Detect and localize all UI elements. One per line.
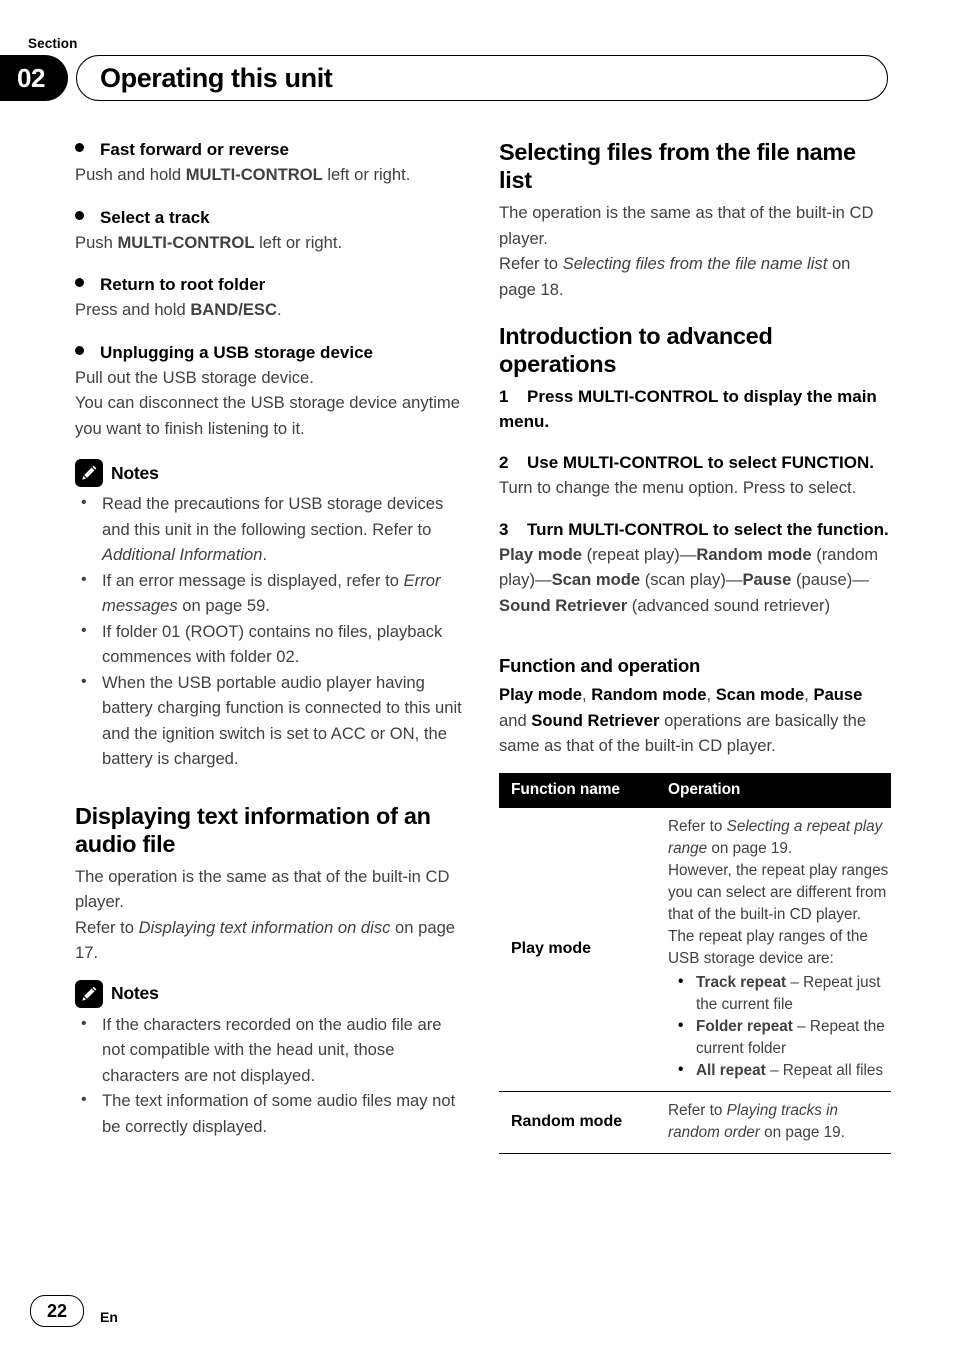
- operation-title-label: Fast forward or reverse: [100, 140, 289, 159]
- operation-title-label: Select a track: [100, 207, 210, 227]
- page-header: Section 02 Operating this unit: [0, 36, 954, 102]
- bullet-dot-icon: [75, 210, 84, 220]
- step-description: Play mode (repeat play)—Random mode (ran…: [499, 544, 879, 615]
- cell-operation-bullets: Track repeat – Repeat just the current f…: [668, 971, 891, 1082]
- page-footer: 22 En: [30, 1295, 118, 1327]
- section-displaying-text-information: Displaying text information of an audio …: [75, 802, 467, 966]
- step-label: Use MULTI-CONTROL to select FUNCTION.: [527, 453, 874, 472]
- notes-header: Notes: [75, 459, 467, 487]
- section-heading: Displaying text information of an audio …: [75, 802, 431, 857]
- subsection-heading: Function and operation: [499, 655, 701, 676]
- table-body: Play mode Refer to Selecting a repeat pl…: [499, 807, 891, 1154]
- step-heading: 1 Press MULTI-CONTROL to display the main…: [499, 384, 891, 434]
- section-function-and-operation: Function and operation Play mode, Random…: [499, 654, 891, 759]
- section-heading: Selecting files from the file name list: [499, 139, 856, 193]
- operation-title-label: Return to root folder: [100, 275, 266, 294]
- step-heading: 3 Turn MULTI-CONTROL to select the functi…: [499, 517, 891, 542]
- operation-description: Pull out the USB storage device. You can …: [75, 367, 460, 438]
- step-number: 1: [499, 387, 509, 406]
- notes-list: If the characters recorded on the audio …: [75, 1011, 467, 1140]
- notes-block-usb: Notes Read the precautions for USB stora…: [75, 459, 467, 772]
- operation-title: Fast forward or reverse: [75, 138, 467, 162]
- bullet-dot-icon: [75, 345, 84, 355]
- page-number: 22: [30, 1295, 84, 1327]
- column-header-function-name: Function name: [499, 772, 656, 808]
- bullet-item: Track repeat – Repeat just the current f…: [668, 971, 891, 1016]
- table-header: Function name Operation: [499, 772, 891, 808]
- operation-description: Press and hold BAND/ESC.: [75, 300, 282, 319]
- bullet-dot-icon: [75, 143, 84, 152]
- operation-title: Return to root folder: [75, 273, 467, 297]
- operation-title: Select a track: [75, 206, 467, 230]
- operation-title-label: Unplugging a USB storage device: [100, 342, 373, 362]
- pencil-note-icon: [75, 459, 103, 487]
- operation-item: Return to root folder Press and hold BAN…: [75, 273, 467, 323]
- step-item: 1 Press MULTI-CONTROL to display the main…: [499, 384, 891, 434]
- operation-item: Fast forward or reverse Push and hold MU…: [75, 138, 467, 188]
- left-column: Fast forward or reverse Push and hold MU…: [75, 138, 467, 1139]
- right-column: Selecting files from the file name list …: [499, 138, 891, 1154]
- section-body: The operation is the same as that of the…: [75, 866, 456, 963]
- step-description: Turn to change the menu option. Press to…: [499, 478, 857, 497]
- bullet-dot-icon: [75, 278, 84, 287]
- step-label: Press MULTI-CONTROL to display the main …: [499, 387, 877, 431]
- note-item: Read the precautions for USB storage dev…: [75, 490, 467, 568]
- function-operation-table: Function name Operation Play mode Refer …: [499, 772, 891, 1154]
- operation-description: Push and hold MULTI-CONTROL left or righ…: [75, 165, 411, 184]
- operation-description: Push MULTI-CONTROL left or right.: [75, 232, 343, 252]
- operation-item: Select a track Push MULTI-CONTROL left o…: [75, 206, 467, 256]
- cell-operation-text: Refer to Playing tracks in random order …: [668, 1101, 845, 1141]
- section-caption: Section: [28, 36, 78, 51]
- operation-title: Unplugging a USB storage device: [75, 341, 467, 365]
- page-title: Operating this unit: [100, 62, 333, 93]
- cell-operation: Refer to Playing tracks in random order …: [656, 1091, 891, 1154]
- operations-list: Fast forward or reverse Push and hold MU…: [75, 138, 467, 441]
- bullet-item: All repeat – Repeat all files: [668, 1059, 891, 1082]
- notes-header: Notes: [75, 979, 467, 1008]
- section-body: The operation is the same as that of the…: [499, 203, 874, 299]
- notes-label: Notes: [111, 983, 159, 1003]
- step-item: 3 Turn MULTI-CONTROL to select the functi…: [499, 517, 891, 619]
- section-selecting-files: Selecting files from the file name list …: [499, 138, 891, 302]
- cell-function-name: Play mode: [499, 807, 656, 1092]
- note-item: The text information of some audio files…: [75, 1087, 467, 1139]
- step-number: 2: [499, 453, 509, 472]
- language-code: En: [100, 1309, 118, 1325]
- note-item: When the USB portable audio player havin…: [75, 669, 467, 772]
- notes-label: Notes: [111, 462, 159, 483]
- notes-block-text-info: Notes If the characters recorded on the …: [75, 979, 467, 1140]
- table-row: Play mode Refer to Selecting a repeat pl…: [499, 807, 891, 1092]
- step-item: 2 Use MULTI-CONTROL to select FUNCTION. T…: [499, 450, 891, 501]
- step-number: 3: [499, 519, 509, 539]
- notes-list: Read the precautions for USB storage dev…: [75, 490, 467, 772]
- step-label: Turn MULTI-CONTROL to select the functio…: [527, 519, 889, 539]
- operation-item: Unplugging a USB storage device Pull out…: [75, 341, 467, 442]
- section-number-badge: 02: [0, 55, 68, 101]
- bullet-item: Folder repeat – Repeat the current folde…: [668, 1015, 891, 1060]
- section-heading: Introduction to advanced operations: [499, 323, 773, 377]
- step-heading: 2 Use MULTI-CONTROL to select FUNCTION.: [499, 450, 891, 475]
- section-introduction-advanced-operations: Introduction to advanced operations 1 Pre…: [499, 322, 891, 618]
- note-item: If an error message is displayed, refer …: [75, 567, 467, 619]
- cell-operation-text: Refer to Selecting a repeat play range o…: [668, 817, 889, 967]
- note-item: If folder 01 (ROOT) contains no files, p…: [75, 618, 467, 670]
- table-header-row: Function name Operation: [499, 772, 891, 808]
- subsection-body: Play mode, Random mode, Scan mode, Pause…: [499, 685, 867, 755]
- pencil-note-icon: [75, 979, 103, 1008]
- note-item: If the characters recorded on the audio …: [75, 1011, 467, 1089]
- column-header-operation: Operation: [656, 772, 891, 808]
- table-row: Random mode Refer to Playing tracks in r…: [499, 1091, 891, 1154]
- cell-operation: Refer to Selecting a repeat play range o…: [656, 807, 891, 1092]
- cell-function-name: Random mode: [499, 1091, 656, 1154]
